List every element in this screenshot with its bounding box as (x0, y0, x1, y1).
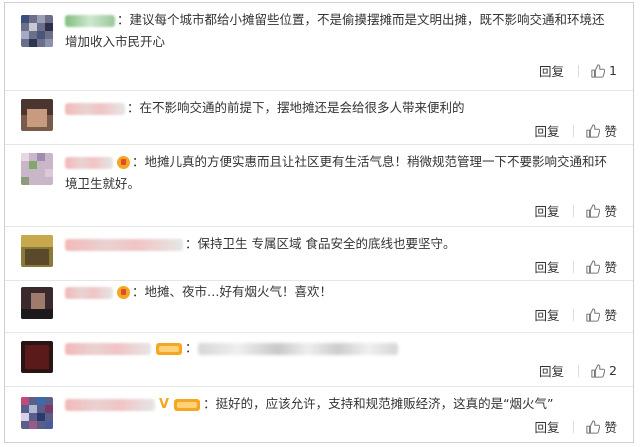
comment-text: ：地摊、夜市…好有烟火气！喜欢！ (65, 281, 609, 303)
comment-item: ：地摊儿真的方便实惠而且让社区更有生活气息！稍微规范管理一下不要影响交通和环境卫… (5, 145, 633, 227)
comment-actions: 回复 赞 (534, 201, 617, 220)
divider (578, 64, 580, 77)
comment-item: ：保持卫生 专属区域 食品安全的底线也要坚守。 回复 赞 (5, 227, 633, 281)
like-count: 2 (609, 363, 617, 378)
comment-text: V ：挺好的，应该允许，支持和规范摊贩经济，这真的是“烟火气” (65, 393, 609, 416)
comment-actions: 回复 1 (539, 61, 617, 80)
comment-item: ：地摊、夜市…好有烟火气！喜欢！ 回复 赞 (5, 281, 633, 333)
thumbs-up-icon (586, 259, 601, 274)
like-button[interactable]: 赞 (586, 257, 617, 276)
thumbs-up-icon (591, 63, 606, 78)
like-button[interactable]: 赞 (586, 121, 617, 140)
reply-button[interactable]: 回复 (534, 121, 559, 140)
comment-body: ：保持卫生 专属区域 食品安全的底线也要坚守。 (185, 236, 456, 251)
username-blurred[interactable] (65, 286, 113, 299)
like-button[interactable]: 2 (591, 363, 617, 378)
like-label: 赞 (604, 260, 617, 275)
reply-button[interactable]: 回复 (539, 361, 564, 380)
divider (573, 124, 575, 137)
like-label: 赞 (604, 420, 617, 435)
thumbs-up-icon (586, 419, 601, 434)
comment-text: ：保持卫生 专属区域 食品安全的底线也要坚守。 (65, 233, 609, 255)
comment-actions: 回复 赞 (534, 121, 617, 140)
avatar[interactable] (21, 397, 53, 429)
like-button[interactable]: 赞 (586, 417, 617, 436)
comment-body: ：在不影响交通的前提下，摆地摊还是会给很多人带来便利的 (127, 100, 465, 115)
comment-text: ：在不影响交通的前提下，摆地摊还是会给很多人带来便利的 (65, 97, 609, 119)
vip-badge-icon (174, 398, 201, 411)
comment-text: ： (65, 337, 609, 359)
avatar[interactable] (21, 15, 53, 47)
comment-body: ：地摊、夜市…好有烟火气！喜欢！ (132, 284, 333, 299)
like-button[interactable]: 1 (591, 63, 617, 78)
username-blurred[interactable] (65, 398, 155, 411)
username-blurred[interactable] (65, 102, 125, 115)
username-blurred[interactable] (65, 14, 115, 27)
comment-item: ：在不影响交通的前提下，摆地摊还是会给很多人带来便利的 回复 赞 (5, 91, 633, 145)
blurred-comment-content (197, 342, 398, 355)
like-count: 1 (609, 63, 617, 78)
fan-badge-icon (117, 156, 130, 169)
comment-list: ：建议每个城市都给小摊留些位置，不是偷摸摆摊而是文明出摊，既不影响交通和环境还增… (4, 2, 634, 443)
divider (578, 364, 580, 377)
fan-badge-icon (117, 286, 130, 299)
comment-item: V ：挺好的，应该允许，支持和规范摊贩经济，这真的是“烟火气” 回复 赞 (5, 387, 633, 442)
like-button[interactable]: 赞 (586, 201, 617, 220)
vip-badge-icon (156, 342, 182, 355)
reply-button[interactable]: 回复 (539, 61, 564, 80)
comment-actions: 回复 赞 (534, 305, 617, 324)
reply-button[interactable]: 回复 (534, 305, 559, 324)
comment-item: ：建议每个城市都给小摊留些位置，不是偷摸摆摊而是文明出摊，既不影响交通和环境还增… (5, 3, 633, 91)
thumbs-up-icon (586, 307, 601, 322)
comment-item: ： 回复 2 (5, 333, 633, 387)
divider (573, 204, 575, 217)
like-button[interactable]: 赞 (586, 305, 617, 324)
comment-actions: 回复 赞 (534, 257, 617, 276)
avatar[interactable] (21, 235, 53, 267)
comment-actions: 回复 2 (539, 361, 617, 380)
comment-text: ：建议每个城市都给小摊留些位置，不是偷摸摆摊而是文明出摊，既不影响交通和环境还增… (65, 9, 609, 53)
comment-body: ：挺好的，应该允许，支持和规范摊贩经济，这真的是“烟火气” (203, 396, 554, 411)
like-label: 赞 (604, 204, 617, 219)
thumbs-up-icon (591, 363, 606, 378)
avatar[interactable] (21, 153, 53, 185)
like-label: 赞 (604, 308, 617, 323)
avatar[interactable] (21, 99, 53, 131)
comment-body: ：地摊儿真的方便实惠而且让社区更有生活气息！稍微规范管理一下不要影响交通和环境卫… (65, 154, 608, 191)
username-blurred[interactable] (65, 342, 151, 355)
avatar[interactable] (21, 341, 53, 373)
comment-body: ： (185, 340, 198, 355)
divider (573, 420, 575, 433)
like-label: 赞 (604, 124, 617, 139)
verified-v-icon: V (159, 396, 170, 412)
comment-body: ：建议每个城市都给小摊留些位置，不是偷摸摆摊而是文明出摊，既不影响交通和环境还增… (65, 12, 605, 49)
username-blurred[interactable] (65, 156, 113, 169)
reply-button[interactable]: 回复 (534, 417, 559, 436)
reply-button[interactable]: 回复 (534, 201, 559, 220)
thumbs-up-icon (586, 203, 601, 218)
avatar[interactable] (21, 287, 53, 319)
username-blurred[interactable] (65, 238, 183, 251)
divider (573, 260, 575, 273)
comment-text: ：地摊儿真的方便实惠而且让社区更有生活气息！稍微规范管理一下不要影响交通和环境卫… (65, 151, 609, 195)
divider (573, 308, 575, 321)
thumbs-up-icon (586, 123, 601, 138)
comment-actions: 回复 赞 (534, 417, 617, 436)
reply-button[interactable]: 回复 (534, 257, 559, 276)
